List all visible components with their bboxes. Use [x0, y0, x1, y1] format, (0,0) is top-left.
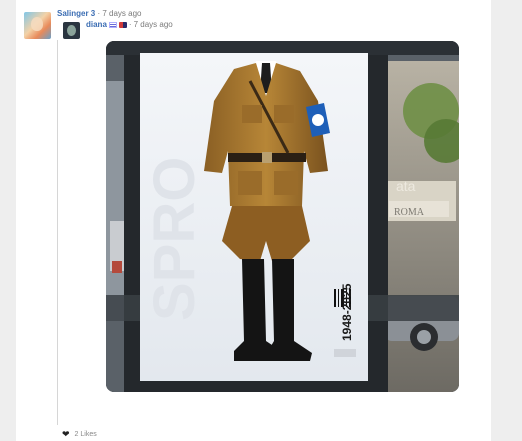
comment-username[interactable]: Salinger 3	[57, 9, 95, 18]
corner-text: ata	[396, 178, 416, 194]
reply-header: diana · 7 days ago	[86, 20, 173, 29]
reply-separator: ·	[128, 20, 132, 29]
reply-avatar[interactable]	[63, 22, 80, 39]
avatar[interactable]	[24, 12, 51, 39]
likes-row[interactable]: ❤ 2 Likes	[62, 430, 97, 439]
likes-count[interactable]: 2 Likes	[75, 431, 97, 438]
photo-illustration: ROMA ata SPRO 1948-2025	[106, 41, 459, 392]
comment-time[interactable]: 7 days ago	[102, 9, 141, 18]
reply-username[interactable]: diana	[86, 20, 107, 29]
us-flag-icon	[108, 21, 117, 28]
thread-line	[57, 40, 58, 425]
poster-side-text: SPRO	[142, 157, 207, 321]
attached-photo[interactable]: ROMA ata SPRO 1948-2025	[106, 41, 459, 392]
poster-date: 1948-2025	[340, 283, 354, 341]
reply-time[interactable]: 7 days ago	[134, 20, 173, 29]
sign-text: ROMA	[394, 207, 425, 218]
heart-icon[interactable]: ❤	[62, 430, 70, 439]
bow-icon	[118, 21, 127, 28]
comment-header: Salinger 3 · 7 days ago	[57, 9, 142, 18]
